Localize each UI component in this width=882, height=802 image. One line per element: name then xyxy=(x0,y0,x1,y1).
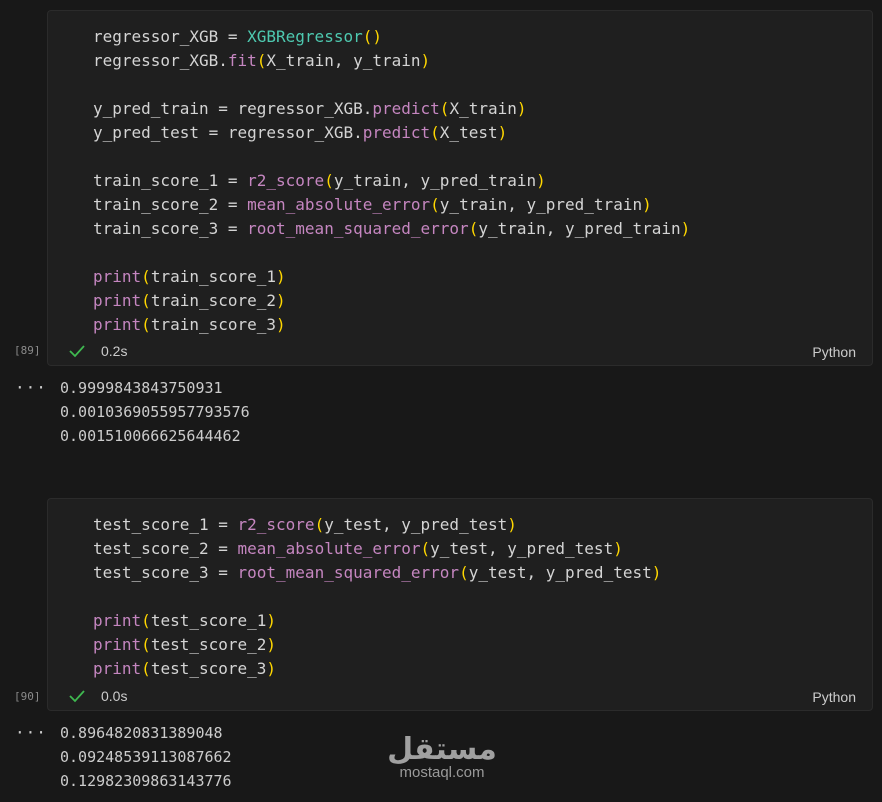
code-line: print(test_score_2) xyxy=(93,635,277,654)
execution-count: [89] xyxy=(14,344,41,357)
code-line: y_pred_test = regressor_XGB.predict(X_te… xyxy=(93,123,508,142)
code-line: train_score_2 = mean_absolute_error(y_tr… xyxy=(93,195,652,214)
output-line: 0.12982309863143776 xyxy=(60,772,232,790)
code-line: test_score_1 = r2_score(y_test, y_pred_t… xyxy=(93,515,517,534)
code-cell-2[interactable]: test_score_1 = r2_score(y_test, y_pred_t… xyxy=(47,498,873,711)
cell-output-2: 0.8964820831389048 0.09248539113087662 0… xyxy=(60,721,232,793)
watermark: مستقل mostaql.com xyxy=(387,735,497,781)
code-line: print(train_score_2) xyxy=(93,291,286,310)
code-line: regressor_XGB.fit(X_train, y_train) xyxy=(93,51,431,70)
code-line: y_pred_train = regressor_XGB.predict(X_t… xyxy=(93,99,527,118)
output-line: 0.9999843843750931 xyxy=(60,379,223,397)
language-label[interactable]: Python xyxy=(812,689,856,705)
output-line: 0.0010369055957793576 xyxy=(60,403,250,421)
code-line: print(test_score_1) xyxy=(93,611,277,630)
ellipsis-icon[interactable]: ··· xyxy=(15,378,47,397)
code-cell-1[interactable]: regressor_XGB = XGBRegressor() regressor… xyxy=(47,10,873,366)
code-line: print(test_score_3) xyxy=(93,659,277,678)
code-editor-1[interactable]: regressor_XGB = XGBRegressor() regressor… xyxy=(93,25,690,337)
check-icon xyxy=(69,690,85,703)
check-icon xyxy=(69,345,85,358)
cell-output-1: 0.9999843843750931 0.0010369055957793576… xyxy=(60,376,250,448)
code-line: train_score_1 = r2_score(y_train, y_pred… xyxy=(93,171,546,190)
language-label[interactable]: Python xyxy=(812,344,856,360)
output-line: 0.09248539113087662 xyxy=(60,748,232,766)
output-line: 0.8964820831389048 xyxy=(60,724,223,742)
ellipsis-icon[interactable]: ··· xyxy=(15,723,47,742)
execution-count: [90] xyxy=(14,690,41,703)
code-line: train_score_3 = root_mean_squared_error(… xyxy=(93,219,691,238)
watermark-text: mostaql.com xyxy=(399,764,485,781)
code-line: test_score_3 = root_mean_squared_error(y… xyxy=(93,563,662,582)
code-line: print(train_score_3) xyxy=(93,315,286,334)
code-line: test_score_2 = mean_absolute_error(y_tes… xyxy=(93,539,623,558)
code-editor-2[interactable]: test_score_1 = r2_score(y_test, y_pred_t… xyxy=(93,513,661,681)
output-line: 0.001510066625644462 xyxy=(60,427,241,445)
execution-time: 0.0s xyxy=(101,688,128,704)
code-line: print(train_score_1) xyxy=(93,267,286,286)
code-line: regressor_XGB = XGBRegressor() xyxy=(93,27,382,46)
execution-time: 0.2s xyxy=(101,343,128,359)
watermark-logo: مستقل xyxy=(387,732,497,767)
